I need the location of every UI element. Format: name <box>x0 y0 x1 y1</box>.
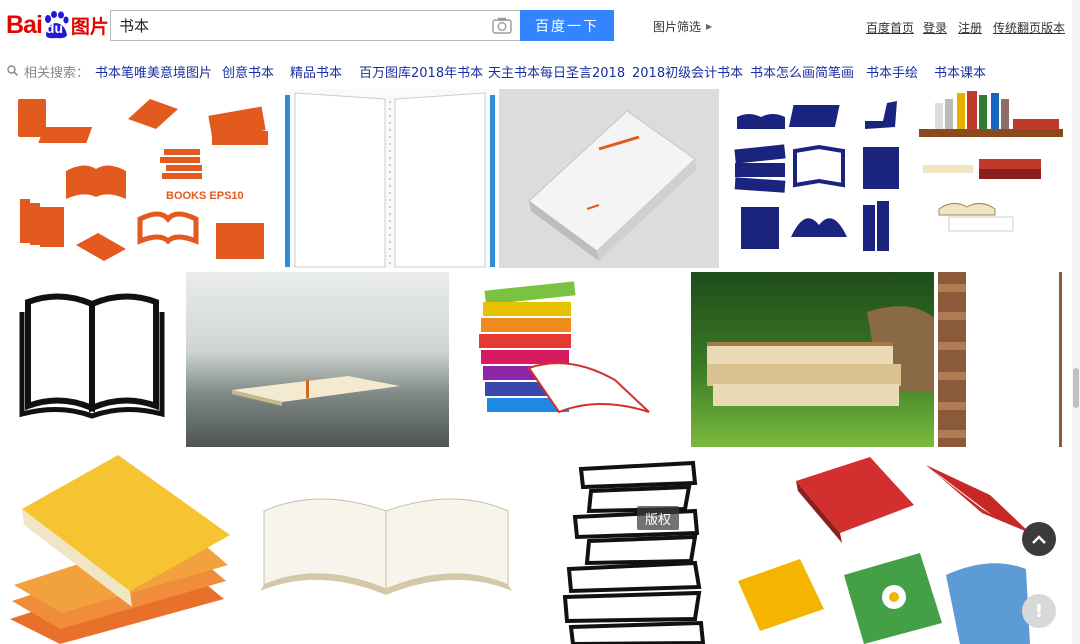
related-item[interactable]: 书本课本 <box>934 62 986 81</box>
related-item[interactable]: 书本怎么画简笔画 <box>750 62 854 81</box>
image-result-colorful-book-stack[interactable] <box>449 272 690 447</box>
exclamation-icon: ! <box>1034 600 1044 622</box>
image-result-open-book-photo[interactable] <box>238 451 530 644</box>
feedback-button[interactable]: ! <box>1022 594 1056 628</box>
search-button[interactable]: 百度一下 <box>520 10 614 41</box>
image-result-yellow-book-stack[interactable] <box>0 451 238 644</box>
image-result-white-hardcover[interactable] <box>499 89 719 268</box>
related-item[interactable]: 精品书本 <box>290 62 342 81</box>
image-grid: BOOKS EPS10 版权 <box>0 89 1072 644</box>
image-result-books-on-grass[interactable] <box>691 272 934 447</box>
logo-text-bai: Bai <box>6 10 43 39</box>
image-result-orange-book-icons[interactable]: BOOKS EPS10 <box>0 89 285 268</box>
camera-icon[interactable] <box>492 17 512 34</box>
image-result-illustrated-books[interactable] <box>730 451 1072 644</box>
paw-icon: du <box>43 11 69 39</box>
triangle-right-icon: ▶ <box>706 22 713 31</box>
image-filter[interactable]: 图片筛选 ▶ <box>653 18 712 35</box>
header: Bai du 图片 百度一下 图片筛选 ▶ 百度首页 登录 注 <box>0 0 1080 50</box>
search-icon <box>7 65 19 77</box>
watermark-text: BOOKS EPS10 <box>166 190 244 202</box>
link-register[interactable]: 注册 <box>958 19 982 36</box>
image-filter-label: 图片筛选 <box>653 20 702 34</box>
image-result-navy-book-icons[interactable] <box>719 89 909 268</box>
related-item[interactable]: 百万图库2018年书本 <box>359 62 483 81</box>
related-item[interactable]: 书本手绘 <box>866 62 918 81</box>
image-result-outline-book-stack[interactable] <box>545 451 715 644</box>
image-result-notebook-on-desk[interactable] <box>186 272 449 447</box>
related-search-label: 相关搜索： <box>24 66 90 81</box>
related-item[interactable]: 书本笔唯美意境图片 <box>95 62 212 81</box>
related-item[interactable]: 天主书本每日圣言2018 <box>488 62 625 81</box>
link-classic-paging[interactable]: 传统翻页版本 <box>993 19 1065 36</box>
search-box <box>110 10 520 41</box>
copyright-badge: 版权 <box>637 506 679 530</box>
logo-text-du: du <box>45 20 64 36</box>
image-result-leather-spines[interactable] <box>938 272 1072 447</box>
scrollbar[interactable] <box>1072 0 1080 644</box>
logo-text-pic: 图片 <box>70 15 109 38</box>
link-login[interactable]: 登录 <box>923 19 947 36</box>
image-result-bookshelf[interactable] <box>909 89 1072 268</box>
related-item[interactable]: 2018初级会计书本 <box>632 62 743 81</box>
image-result-outline-open-book[interactable] <box>0 272 183 447</box>
scrollbar-thumb[interactable] <box>1073 368 1079 408</box>
chevron-up-icon <box>1031 530 1047 549</box>
link-baidu-home[interactable]: 百度首页 <box>866 19 914 36</box>
image-result-blank-notebook[interactable] <box>285 89 495 268</box>
related-item[interactable]: 创意书本 <box>222 62 274 81</box>
related-search-bar: 相关搜索： 书本笔唯美意境图片 创意书本 精品书本 百万图库2018年书本 天主… <box>0 56 1080 84</box>
baidu-logo[interactable]: Bai du 图片 <box>6 8 109 42</box>
search-input[interactable] <box>111 11 497 40</box>
scroll-to-top-button[interactable] <box>1022 522 1056 556</box>
